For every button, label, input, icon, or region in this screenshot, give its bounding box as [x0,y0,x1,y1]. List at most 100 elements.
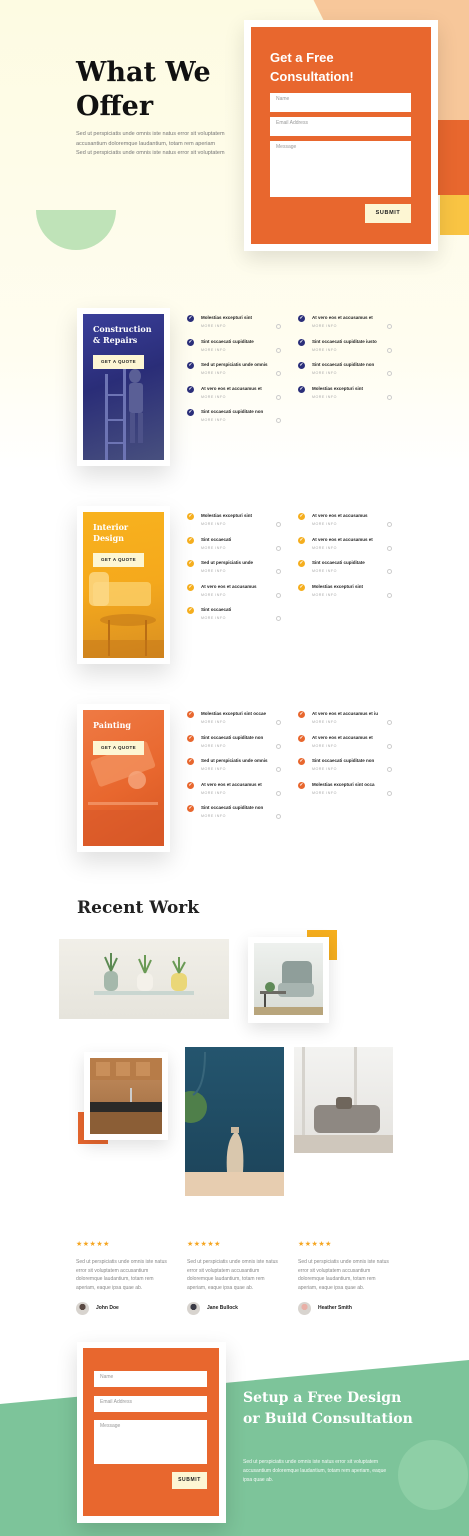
circle-arrow-icon[interactable] [276,347,281,353]
service-item-title: At vero eos et accusamus [201,583,257,589]
circle-arrow-icon[interactable] [276,522,281,527]
name-field[interactable]: Name [270,93,411,112]
check-icon: ✓ [298,560,305,567]
circle-arrow-icon[interactable] [387,790,392,796]
more-info-link[interactable]: MORE INFO [312,324,337,328]
consult-name-field[interactable]: Name [94,1371,207,1387]
consult-submit-button[interactable]: SUBMIT [172,1472,207,1489]
service-item-title: At vero eos et accusamus et [312,536,373,542]
service-item-title: At vero eos et accusamus [312,513,368,518]
more-info-link[interactable]: MORE INFO [201,522,226,526]
circle-arrow-icon[interactable] [387,522,392,527]
more-info-link[interactable]: MORE INFO [201,814,226,818]
circle-arrow-icon[interactable] [276,324,281,329]
more-info-link[interactable]: MORE INFO [312,546,337,550]
service-item-title: Molestias excepturi sint [201,513,253,518]
more-info-link[interactable]: MORE INFO [201,324,226,328]
message-field[interactable]: Message [270,141,411,197]
more-info-link[interactable]: MORE INFO [201,744,226,748]
work-image-vase[interactable] [185,1047,284,1196]
testimonial-author: Heather Smith [318,1305,352,1311]
service-item-title: Sint occaecati [201,536,232,542]
circle-arrow-icon[interactable] [276,371,281,376]
check-icon: ✓ [298,362,305,369]
more-info-link[interactable]: MORE INFO [201,767,226,771]
get-quote-button-painting[interactable]: GET A QUOTE [93,741,144,755]
avatar [298,1302,311,1315]
circle-arrow-icon[interactable] [387,324,392,329]
more-info-link[interactable]: MORE INFO [312,767,337,771]
more-info-link[interactable]: MORE INFO [312,371,337,375]
more-info-link[interactable]: MORE INFO [201,569,226,573]
service-item-title: Sint occaecati cupiditate non [201,409,264,414]
testimonial-text: Sed ut perspiciatis unde omnis iste natu… [187,1259,278,1291]
service-title-construction: Construction & Repairs [93,324,152,345]
circle-arrow-icon[interactable] [276,418,281,423]
more-info-link[interactable]: MORE INFO [201,791,226,795]
circle-arrow-icon[interactable] [387,394,392,400]
more-info-link[interactable]: MORE INFO [312,348,337,352]
service-item-title: Molestias excepturi sint [312,583,364,589]
more-info-link[interactable]: MORE INFO [312,593,337,597]
consult-email-field[interactable]: Email Address [94,1396,207,1412]
service-item-title: Sint occaecati cupiditate [312,560,365,565]
more-info-link[interactable]: MORE INFO [201,371,226,375]
circle-arrow-icon[interactable] [276,569,281,574]
check-icon: ✓ [298,781,305,789]
circle-arrow-icon[interactable] [276,743,281,749]
get-quote-button-interior[interactable]: GET A QUOTE [93,553,144,567]
circle-arrow-icon[interactable] [276,790,281,796]
circle-arrow-icon[interactable] [387,743,392,749]
circle-arrow-icon[interactable] [387,371,392,376]
more-info-link[interactable]: MORE INFO [201,616,226,620]
get-quote-button-construction[interactable]: GET A QUOTE [93,355,144,369]
service-item-title: Molestias excepturi sint occa [312,781,375,787]
work-image-kitchen[interactable] [90,1058,162,1134]
circle-arrow-icon[interactable] [276,545,281,551]
service-item-title: Sed ut perspiciatis unde [201,560,254,565]
more-info-link[interactable]: MORE INFO [312,791,337,795]
service-item-title: Molestias excepturi sint occae [201,711,267,716]
star-rating: ★★★★★ [76,1241,110,1248]
more-info-link[interactable]: MORE INFO [201,348,226,352]
more-info-link[interactable]: MORE INFO [312,522,337,526]
circle-arrow-icon[interactable] [276,616,281,621]
work-image-shelf[interactable] [59,939,229,1019]
more-info-link[interactable]: MORE INFO [201,395,226,399]
more-info-link[interactable]: MORE INFO [201,546,226,550]
decorative-orange-shape [436,120,469,195]
more-info-link[interactable]: MORE INFO [201,593,226,597]
service-item-title: Sint occaecati [201,607,232,612]
hero-submit-button[interactable]: SUBMIT [365,204,411,223]
email-field[interactable]: Email Address [270,117,411,136]
star-rating: ★★★★★ [187,1241,221,1248]
service-item-title: Sint occaecati cupiditate non [312,362,375,367]
circle-arrow-icon[interactable] [276,814,281,819]
circle-arrow-icon[interactable] [276,394,281,400]
more-info-link[interactable]: MORE INFO [312,720,337,724]
check-icon: ✓ [187,315,194,322]
circle-arrow-icon[interactable] [387,592,392,598]
circle-arrow-icon[interactable] [387,720,392,725]
more-info-link[interactable]: MORE INFO [312,395,337,399]
circle-arrow-icon[interactable] [276,767,281,772]
testimonial-author: Jane Bullock [207,1305,238,1311]
check-icon: ✓ [187,560,194,567]
check-icon: ✓ [298,513,305,520]
circle-arrow-icon[interactable] [387,767,392,772]
consult-message-field[interactable]: Message [94,1420,207,1464]
circle-arrow-icon[interactable] [276,592,281,598]
more-info-link[interactable]: MORE INFO [201,720,226,724]
circle-arrow-icon[interactable] [276,720,281,725]
circle-arrow-icon[interactable] [387,569,392,574]
more-info-link[interactable]: MORE INFO [201,418,226,422]
decorative-green-circle [398,1440,468,1510]
more-info-link[interactable]: MORE INFO [312,569,337,573]
circle-arrow-icon[interactable] [387,545,392,551]
more-info-link[interactable]: MORE INFO [312,744,337,748]
work-image-chair[interactable] [254,943,323,1015]
work-image-living-room[interactable] [294,1047,393,1153]
circle-arrow-icon[interactable] [387,347,392,353]
check-icon: ✓ [298,583,305,591]
service-item-title: Sed ut perspiciatis unde omnis [201,362,268,367]
